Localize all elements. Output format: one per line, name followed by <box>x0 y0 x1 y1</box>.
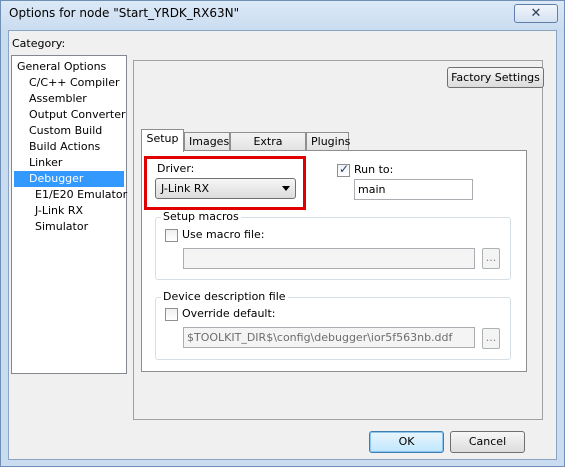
tab-extra-options[interactable]: Extra Options <box>230 132 306 166</box>
title-bar[interactable]: Options for node "Start_YRDK_RX63N" ✕ <box>1 1 564 29</box>
driver-select[interactable]: J-Link RX <box>155 178 296 199</box>
driver-label-text: Driver: <box>157 162 195 175</box>
device-description-title: Device description file <box>161 290 288 303</box>
cancel-button[interactable]: Cancel <box>450 431 525 453</box>
macro-file-input[interactable] <box>183 248 475 269</box>
category-item-debugger[interactable]: Debugger <box>14 171 124 187</box>
category-item-simulator[interactable]: Simulator <box>32 219 91 235</box>
category-item-build-actions[interactable]: Build Actions <box>26 139 103 155</box>
category-item-jlink-rx[interactable]: J-Link RX <box>32 203 86 219</box>
driver-label: Driver: <box>157 162 194 175</box>
run-to-input[interactable]: main <box>354 179 473 200</box>
factory-settings-button[interactable]: Factory Settings <box>447 67 544 88</box>
device-file-browse-button[interactable]: ... <box>482 328 500 349</box>
run-to-label: Run to: <box>354 163 394 176</box>
run-to-checkbox[interactable] <box>337 162 350 177</box>
category-item-output-converter[interactable]: Output Converter <box>26 107 129 123</box>
macro-browse-button[interactable]: ... <box>482 248 500 269</box>
close-button[interactable]: ✕ <box>514 4 558 23</box>
category-label: Category: <box>12 37 66 50</box>
device-file-input[interactable]: $TOOLKIT_DIR$\config\debugger\ior5f563nb… <box>183 327 475 348</box>
setup-macros-title: Setup macros <box>161 210 241 223</box>
use-macro-file-checkbox[interactable] <box>165 229 178 242</box>
category-item-general-options[interactable]: General Options <box>14 59 109 75</box>
category-item-e1-e20-emulator[interactable]: E1/E20 Emulator <box>32 187 130 203</box>
category-list[interactable]: General Options C/C++ Compiler Assembler… <box>11 55 127 374</box>
ok-button[interactable]: OK <box>369 431 444 453</box>
use-macro-file-label: Use macro file: <box>182 228 265 241</box>
close-icon: ✕ <box>530 6 542 21</box>
tab-setup[interactable]: Setup <box>141 129 184 152</box>
category-item-custom-build[interactable]: Custom Build <box>26 123 105 139</box>
window-title: Options for node "Start_YRDK_RX63N" <box>9 6 240 20</box>
category-item-compiler[interactable]: C/C++ Compiler <box>26 75 123 91</box>
category-item-assembler[interactable]: Assembler <box>26 91 90 107</box>
category-item-linker[interactable]: Linker <box>26 155 65 171</box>
override-default-label: Override default: <box>182 307 276 320</box>
override-default-checkbox[interactable] <box>165 308 178 321</box>
chevron-down-icon <box>282 186 290 191</box>
driver-select-value: J-Link RX <box>161 182 210 195</box>
tab-plugins[interactable]: Plugins <box>306 132 350 152</box>
tab-images[interactable]: Images <box>184 132 230 152</box>
